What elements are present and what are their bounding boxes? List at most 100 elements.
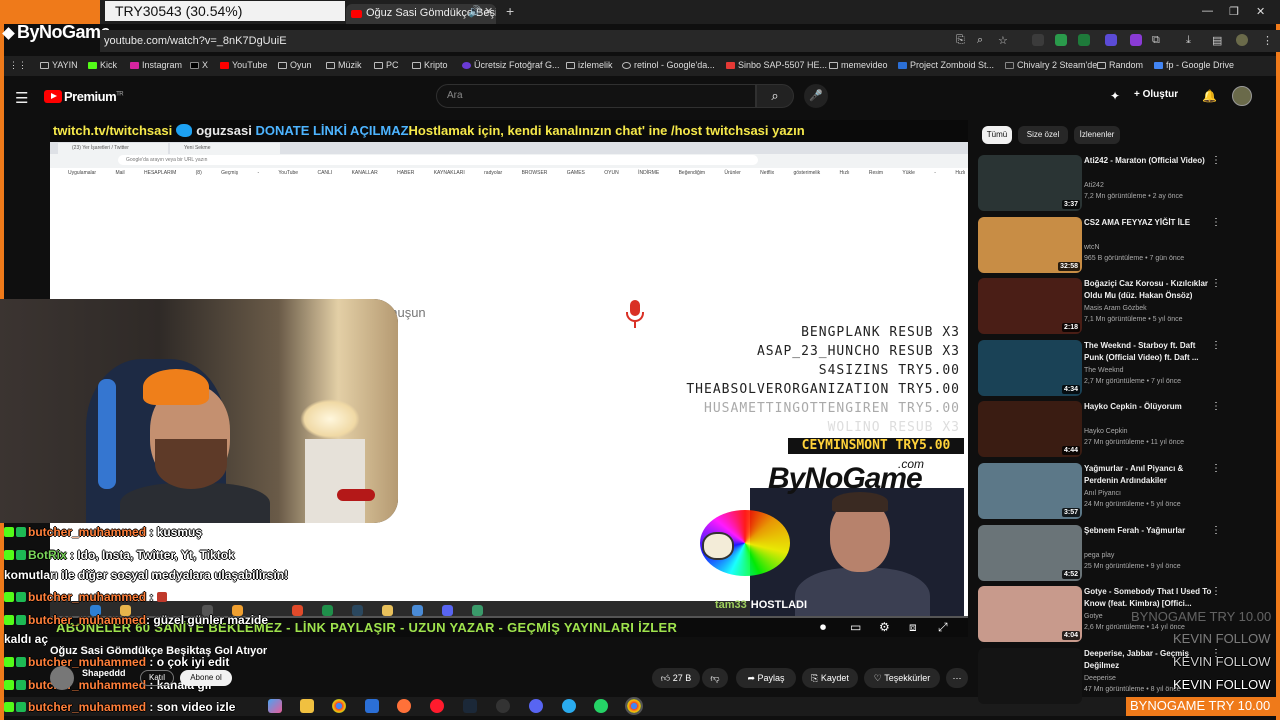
bookmark-item[interactable]: izlemelik: [566, 60, 613, 70]
speaker-icon[interactable]: 🔊: [468, 5, 482, 18]
recommendation-channel[interactable]: Anıl Piyancı: [1084, 490, 1121, 497]
new-tab-icon[interactable]: +: [506, 3, 514, 19]
more-options-icon[interactable]: ⋮: [1211, 401, 1221, 412]
bookmark-item[interactable]: Random: [1097, 60, 1143, 70]
subtitles-icon[interactable]: ▭: [850, 620, 861, 634]
recommendation-thumbnail[interactable]: 3:37: [978, 155, 1082, 211]
recommendation-channel[interactable]: Deeperise: [1084, 675, 1116, 682]
recommendation-thumbnail[interactable]: 2:18: [978, 278, 1082, 335]
profile-avatar[interactable]: [1236, 34, 1248, 46]
menu-hamburger-icon[interactable]: ☰: [15, 89, 28, 107]
save-button[interactable]: ⎘ Kaydet: [802, 668, 858, 688]
extension-icon[interactable]: [1032, 34, 1044, 46]
browser-menu-icon[interactable]: ⋮: [1262, 34, 1273, 47]
extension-icon[interactable]: [1130, 34, 1142, 46]
more-options-icon[interactable]: ⋮: [1211, 463, 1221, 474]
bookmark-item[interactable]: Project Zomboid St...: [898, 60, 994, 70]
bookmark-item[interactable]: X: [190, 60, 208, 70]
recommendation-channel[interactable]: Gotye: [1084, 613, 1103, 620]
bookmark-item[interactable]: fp - Google Drive: [1154, 60, 1234, 70]
bookmark-item[interactable]: Chivalry 2 Steam'de: [1005, 60, 1097, 70]
recommendation-thumbnail[interactable]: 4:04: [978, 586, 1082, 643]
bookmark-item[interactable]: Kripto: [412, 60, 448, 70]
bookmark-item[interactable]: Müzik: [326, 60, 362, 70]
extension-icon[interactable]: [1078, 34, 1090, 46]
download-icon[interactable]: ⤓: [1186, 34, 1191, 47]
more-options-icon[interactable]: ⋮: [1211, 586, 1221, 597]
more-options-icon[interactable]: ⋮: [1211, 648, 1221, 659]
like-button[interactable]: 👍︎ 27 B: [652, 668, 700, 688]
bookmark-item[interactable]: Ücretsiz Fotoğraf G...: [462, 60, 560, 70]
search-input[interactable]: Ara: [436, 84, 756, 108]
apps-grid-icon[interactable]: ⋮⋮: [9, 60, 27, 71]
bookmark-item[interactable]: Kick: [88, 60, 117, 70]
recommendation-title[interactable]: Deeperise, Jabbar - Geçmiş Değilmez: [1084, 648, 1212, 672]
youtube-logo-icon[interactable]: [44, 90, 62, 103]
window-close-icon[interactable]: ✕: [1256, 5, 1265, 18]
bookmark-item[interactable]: YouTube: [220, 60, 267, 70]
chip-all[interactable]: Tümü: [982, 126, 1012, 144]
search-button[interactable]: ⌕: [756, 84, 794, 108]
join-button[interactable]: Katıl: [140, 670, 174, 686]
tab-close-icon[interactable]: ✕: [484, 5, 493, 18]
recommendation-thumbnail[interactable]: 3:57: [978, 463, 1082, 519]
chip-watched[interactable]: İzlenenler: [1074, 126, 1120, 144]
miniplayer-icon[interactable]: ⧈: [909, 620, 917, 635]
more-options-icon[interactable]: ⋮: [1211, 340, 1221, 351]
voice-search-button[interactable]: 🎤: [804, 84, 828, 108]
sidepanel-icon[interactable]: ▤: [1212, 34, 1222, 47]
recommendation-thumbnail[interactable]: 4:52: [978, 524, 1082, 581]
cast-icon[interactable]: ✦: [1110, 89, 1120, 103]
bookmark-item[interactable]: YAYIN: [40, 60, 78, 70]
recommendation-title[interactable]: CS2 AMA FEYYAZ YİĞİT İLE: [1084, 217, 1212, 229]
more-actions-button[interactable]: ⋯: [946, 668, 968, 688]
bookmark-item[interactable]: memevideo: [829, 60, 888, 70]
url-field[interactable]: youtube.com/watch?v=_8nK7DgUuiE: [104, 35, 287, 47]
more-options-icon[interactable]: ⋮: [1211, 217, 1221, 228]
recommendation-title[interactable]: Ati242 - Maraton (Official Video): [1084, 155, 1212, 167]
chip-for-you[interactable]: Size özel: [1018, 126, 1068, 144]
recommendation-channel[interactable]: Ati242: [1084, 182, 1104, 189]
telegram-icon[interactable]: [562, 699, 576, 713]
minimize-icon[interactable]: —: [1202, 5, 1213, 17]
dislike-button[interactable]: 👎︎: [702, 668, 728, 688]
recommendation-title[interactable]: Yağmurlar - Anıl Piyancı & Perdenin Ardı…: [1084, 463, 1212, 487]
chrome-active-icon[interactable]: [625, 697, 643, 715]
opera-icon[interactable]: [430, 699, 444, 713]
recommendation-title[interactable]: Şebnem Ferah - Yağmurlar: [1084, 525, 1212, 537]
maximize-icon[interactable]: ❐: [1229, 5, 1239, 18]
recommendation-channel[interactable]: Hayko Cepkin: [1084, 428, 1128, 435]
chrome-icon[interactable]: [332, 699, 346, 713]
bookmark-item[interactable]: Instagram: [130, 60, 182, 70]
youtube-premium-logo[interactable]: PremiumTR: [64, 89, 124, 104]
recommendation-channel[interactable]: The Weeknd: [1084, 367, 1124, 374]
whatsapp-icon[interactable]: [594, 699, 608, 713]
subscribe-button[interactable]: Abone ol: [180, 670, 232, 686]
recommendation-title[interactable]: The Weeknd - Starboy ft. Daft Punk (Offi…: [1084, 340, 1212, 364]
settings-gear-icon[interactable]: ⚙: [879, 620, 890, 634]
firefox-icon[interactable]: [397, 699, 411, 713]
extension-icon[interactable]: [1055, 34, 1067, 46]
install-app-icon[interactable]: ⎘: [956, 34, 965, 47]
copilot-icon[interactable]: [268, 699, 282, 713]
discord-icon[interactable]: [529, 699, 543, 713]
autoplay-toggle-icon[interactable]: ⏺: [820, 620, 826, 635]
recommendation-thumbnail[interactable]: 4:34: [978, 339, 1082, 396]
channel-name[interactable]: Shapeddd: [82, 668, 126, 678]
share-button[interactable]: ➦ Paylaş: [736, 668, 796, 688]
app-icon[interactable]: [496, 699, 510, 713]
thanks-button[interactable]: ♡ Teşekkürler: [864, 668, 940, 688]
more-options-icon[interactable]: ⋮: [1211, 525, 1221, 536]
more-options-icon[interactable]: ⋮: [1211, 155, 1221, 166]
bookmark-item[interactable]: Sinbo SAP-5507 HE...: [726, 60, 827, 70]
create-button[interactable]: + Oluştur: [1134, 89, 1178, 100]
channel-avatar[interactable]: [50, 666, 74, 690]
more-options-icon[interactable]: ⋮: [1211, 278, 1221, 289]
bookmark-star-icon[interactable]: ☆: [998, 34, 1008, 47]
bookmark-item[interactable]: retinol - Google'da...: [622, 60, 715, 70]
recommendation-title[interactable]: Boğaziçi Caz Korosu - Kızılcıklar Oldu M…: [1084, 278, 1212, 302]
extensions-puzzle-icon[interactable]: ⧉: [1152, 34, 1160, 47]
recommendation-title[interactable]: Hayko Cepkin - Ölüyorum: [1084, 401, 1212, 413]
recommendation-thumbnail[interactable]: 4:44: [978, 401, 1082, 458]
bookmark-item[interactable]: Oyun: [278, 60, 312, 70]
